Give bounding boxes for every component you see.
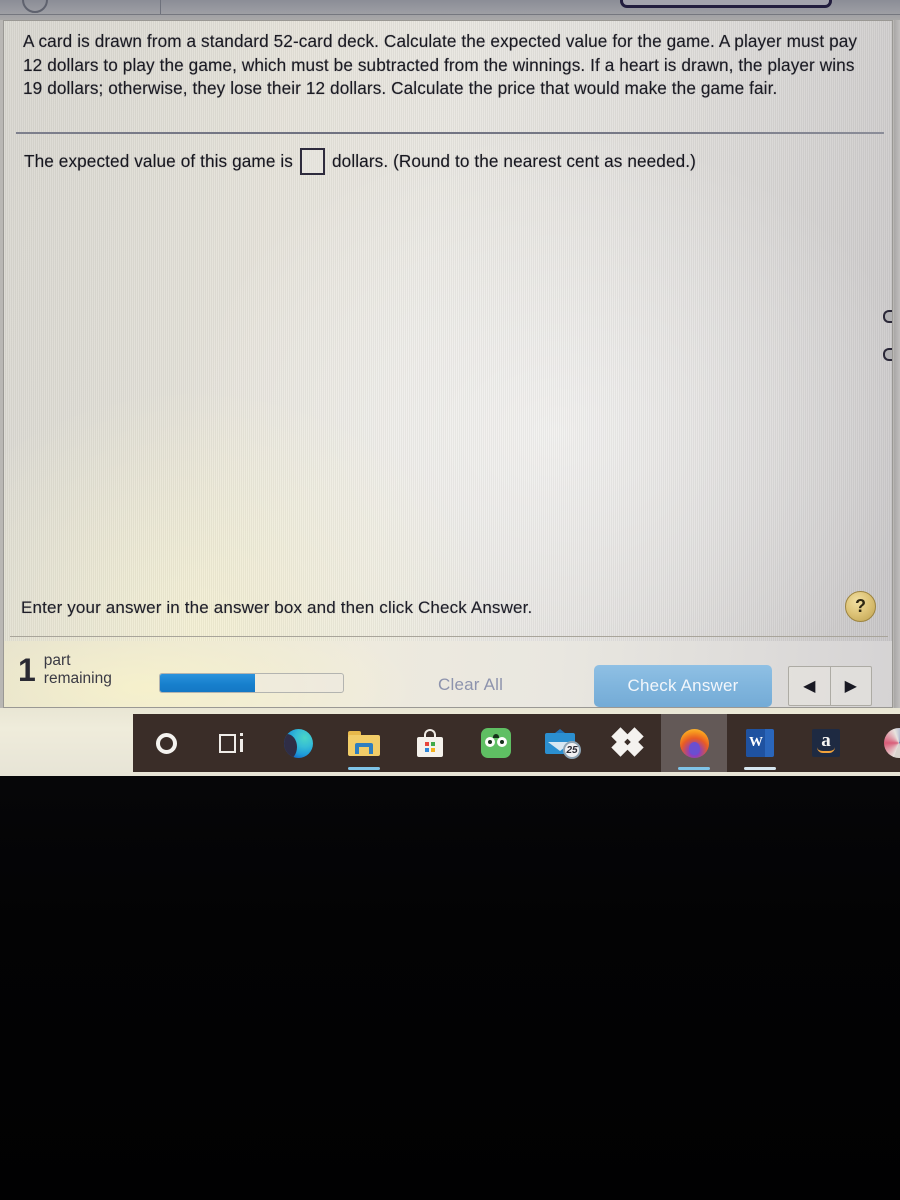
edge-widget-lower[interactable] (883, 348, 892, 361)
amazon-icon-letter: a (821, 730, 831, 751)
mail-unread-badge: 25 (563, 741, 581, 759)
parts-label-line1: part (43, 652, 71, 669)
microsoft-word-icon: W (746, 729, 774, 757)
clear-all-button[interactable]: Clear All (438, 675, 503, 695)
edge-widget-upper[interactable] (883, 310, 892, 323)
mail-icon: 25 (545, 729, 581, 759)
reload-circle-icon[interactable] (22, 0, 48, 13)
window-right-frame (894, 20, 900, 708)
taskbar-item-mail[interactable]: 25 (529, 714, 595, 772)
answer-prompt-after: dollars. (Round to the nearest cent as n… (332, 151, 696, 171)
parts-remaining-label: part remaining (44, 652, 112, 687)
problem-statement: A card is drawn from a standard 52-card … (23, 31, 858, 98)
black-background-area (0, 776, 900, 1200)
dropbox-icon (611, 727, 644, 757)
tripadvisor-icon (481, 728, 511, 758)
taskbar-item-microsoft-store[interactable] (397, 714, 463, 772)
screenshot-root: A card is drawn from a standard 52-card … (0, 0, 900, 1200)
amazon-icon: a (812, 729, 840, 757)
navigation-button-group: ◀ ▶ (788, 666, 872, 706)
taskbar-item-microsoft-edge[interactable] (265, 714, 331, 772)
chrome-divider (160, 0, 161, 14)
parts-label-line2: remaining (43, 669, 112, 687)
word-icon-letter: W (749, 735, 763, 750)
instruction-text: Enter your answer in the answer box and … (21, 598, 533, 617)
chrome-bottom-border (0, 14, 900, 15)
taskbar-item-cortana[interactable] (133, 714, 199, 772)
problem-divider (16, 132, 884, 134)
taskbar-item-file-explorer[interactable] (331, 714, 397, 772)
progress-bar-fill (160, 674, 256, 692)
microsoft-store-icon (417, 729, 443, 757)
instruction-divider (10, 636, 888, 637)
windows-taskbar: 25 W a (133, 714, 900, 772)
cortana-icon (155, 732, 177, 754)
taskbar-item-tripadvisor[interactable] (463, 714, 529, 772)
answer-input[interactable] (300, 148, 326, 175)
instruction-row: Enter your answer in the answer box and … (4, 583, 892, 641)
taskbar-item-cropped-icon[interactable] (884, 728, 900, 758)
exercise-panel: A card is drawn from a standard 52-card … (3, 20, 893, 708)
answer-prompt-before: The expected value of this game is (24, 151, 294, 171)
progress-bar (159, 673, 344, 693)
taskbar-item-firefox[interactable] (661, 714, 727, 772)
firefox-icon (679, 728, 709, 758)
taskbar-item-task-view[interactable] (199, 714, 265, 772)
task-view-icon (219, 732, 245, 754)
browser-chrome-strip (0, 0, 900, 20)
previous-arrow-icon[interactable]: ◀ (789, 667, 831, 705)
file-explorer-icon (348, 730, 380, 756)
check-answer-button[interactable]: Check Answer (594, 665, 772, 707)
next-arrow-icon[interactable]: ▶ (831, 667, 872, 705)
microsoft-edge-icon (283, 728, 313, 758)
taskbar-item-dropbox[interactable] (595, 714, 661, 772)
help-icon[interactable]: ? (845, 591, 876, 622)
answer-line: The expected value of this game is dolla… (24, 148, 696, 175)
taskbar-item-microsoft-word[interactable]: W (727, 714, 793, 772)
parts-remaining-indicator: 1 part remaining (18, 652, 112, 687)
parts-remaining-count: 1 (18, 651, 36, 688)
taskbar-item-amazon[interactable]: a (793, 714, 859, 772)
chrome-tab-button[interactable] (620, 0, 832, 8)
monitor-screen-area: A card is drawn from a standard 52-card … (0, 0, 900, 776)
